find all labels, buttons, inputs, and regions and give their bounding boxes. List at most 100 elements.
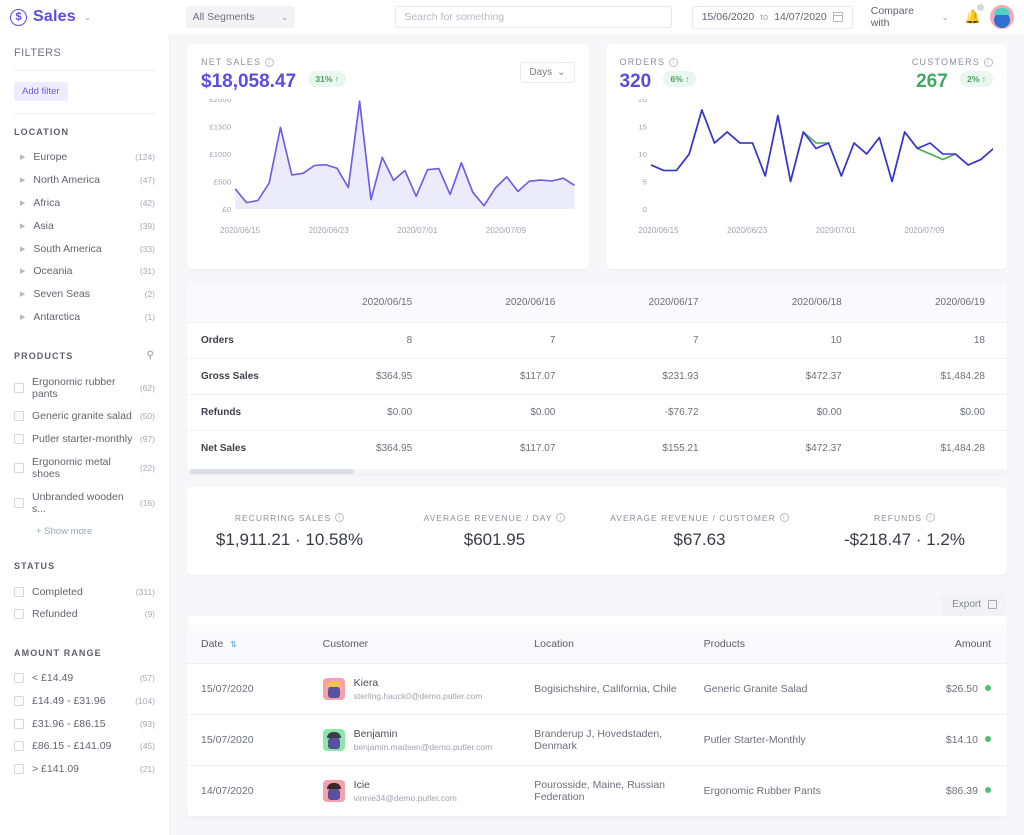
scrollbar-thumb[interactable] [190,469,354,474]
checkbox[interactable] [14,497,24,508]
product-item-4[interactable]: Unbranded wooden s... (16) [14,485,155,520]
segments-dropdown[interactable]: All Segments ⌄ [185,6,296,28]
customer-name: Icie [353,779,371,791]
amount-item-0[interactable]: < £14.49 (57) [14,667,155,690]
column-products[interactable]: Products [689,625,891,664]
cell-product: Ergonomic Rubber Pants [689,765,891,817]
metric-label-text: AVERAGE REVENUE / DAY [423,512,553,523]
product-item-2[interactable]: Putler starter-monthly (97) [14,428,155,451]
location-item-0[interactable]: ▶ Europe (124) [14,146,155,169]
column-amount[interactable]: Amount [890,625,1007,664]
info-icon[interactable]: i [265,57,275,67]
grid-column-5: 2020/06/19 [863,283,1007,323]
info-icon[interactable]: i [556,513,566,522]
status-item-0[interactable]: Completed (311) [14,580,155,603]
row-cell: $117.07 [519,443,556,454]
horizontal-scrollbar[interactable] [187,469,1007,474]
status-badge [985,736,991,742]
item-count: (22) [139,462,155,473]
cell-customer: Benjamin benjamin.madsen@demo.putler.com [308,714,521,766]
checkbox[interactable] [14,462,24,473]
date-range-picker[interactable]: 15/06/2020 to 14/07/2020 [691,5,853,29]
chevron-right-icon[interactable]: ▶ [20,176,25,184]
checkbox[interactable] [14,695,24,706]
info-icon[interactable]: i [779,513,789,522]
product-item-1[interactable]: Generic granite salad (50) [14,405,155,428]
add-filter-button[interactable]: Add filter [14,82,68,101]
column-customer[interactable]: Customer [308,625,521,664]
search-icon[interactable]: ⚲ [147,350,155,361]
amount-item-1[interactable]: £14.49 - £31.96 (104) [14,690,155,713]
product-item-0[interactable]: Ergonomic rubber pants (62) [14,370,155,405]
column-date[interactable]: Date ⇅ [187,625,309,664]
checkbox[interactable] [14,382,24,393]
orders-customers-card: ORDERS i 320 6% ↑ CUSTOMERS i 267 2% ↑ 0… [605,44,1007,269]
location-item-5[interactable]: ▶ Oceania (31) [14,260,155,283]
chevron-right-icon[interactable]: ▶ [20,267,25,275]
checkbox[interactable] [14,411,24,422]
checkbox[interactable] [14,586,24,597]
net-sales-value: $18,058.47 [201,71,297,92]
calendar-icon [832,12,843,22]
location-item-1[interactable]: ▶ North America (47) [14,169,155,192]
info-icon[interactable]: i [926,513,936,522]
location-item-2[interactable]: ▶ Africa (42) [14,192,155,215]
checkbox[interactable] [14,434,24,445]
net-sales-value-row: $18,058.47 31% ↑ [201,71,575,93]
notifications-button[interactable]: 🔔 [965,4,985,26]
customers-delta-badge: 2% ↑ [960,71,993,87]
location-item-7[interactable]: ▶ Antarctica (1) [14,305,155,328]
search-input[interactable] [395,6,672,28]
location-item-4[interactable]: ▶ South America (33) [14,237,155,260]
chevron-down-icon[interactable]: ⌄ [84,12,92,23]
table-row[interactable]: 15/07/2020 Kiera sterling.hauck0@demo.putl… [187,663,1007,715]
avatar[interactable] [990,5,1014,29]
chevron-right-icon[interactable]: ▶ [20,290,25,298]
row-cell: $472.37 [805,443,842,454]
chevron-right-icon[interactable]: ▶ [20,199,25,207]
checkbox[interactable] [14,764,24,775]
divider [14,70,155,71]
customer-name: Kiera [353,677,379,689]
sort-icon[interactable]: ⇅ [230,640,237,649]
x-tick-2: 2020/07/01 [815,226,856,235]
compare-with-dropdown[interactable]: Compare with ⌄ [871,5,949,29]
metric-label: AVERAGE REVENUE / DAY i [392,513,597,523]
checkbox[interactable] [14,718,24,729]
metric-label: REFUNDS i [802,513,1007,523]
status-item-1[interactable]: Refunded (9) [14,603,155,626]
cell-product: Putler Starter-Monthly [689,714,891,766]
item-label: Unbranded wooden s... [32,490,124,515]
product-item-3[interactable]: Ergonomic metal shoes (22) [14,451,155,486]
daily-metrics-table: 2020/06/15 2020/06/16 2020/06/17 2020/06/18… [187,283,1007,466]
brand-selector[interactable]: $ Sales ⌄ [10,8,170,26]
top-bar: $ Sales ⌄ All Segments ⌄ 15/06/2020 to 1… [0,0,1024,34]
amount-item-3[interactable]: £86.15 - £141.09 (45) [14,735,155,758]
item-label: Antarctica [33,310,81,323]
item-count: (97) [139,434,155,445]
chevron-right-icon[interactable]: ▶ [20,313,25,321]
info-icon[interactable]: i [984,57,993,67]
amount-item-4[interactable]: > £141.09 (21) [14,758,155,781]
cell-customer: Kiera sterling.hauck0@demo.putler.com [308,663,521,715]
info-icon[interactable]: i [335,513,345,522]
chevron-right-icon[interactable]: ▶ [20,153,25,161]
item-count: (311) [135,586,155,597]
info-icon[interactable]: i [669,57,679,67]
table-row[interactable]: 14/07/2020 Icie vinnie34@demo.putler.com Po… [187,765,1007,817]
checkbox[interactable] [14,741,24,752]
amount-item-2[interactable]: £31.96 - £86.15 (93) [14,712,155,735]
column-location[interactable]: Location [520,625,690,664]
days-dropdown[interactable]: Days ⌄ [520,62,575,83]
x-tick-0: 2020/06/15 [220,226,261,235]
checkbox[interactable] [14,609,24,620]
chevron-right-icon[interactable]: ▶ [20,245,25,253]
location-item-6[interactable]: ▶ Seven Seas (2) [14,283,155,306]
table-row[interactable]: 15/07/2020 Benjamin benjamin.madsen@demo.p… [187,714,1007,766]
checkbox[interactable] [14,673,24,684]
export-button[interactable]: Export [942,593,1007,616]
chevron-right-icon[interactable]: ▶ [20,222,25,230]
show-more-link[interactable]: + Show more [36,526,155,537]
location-item-3[interactable]: ▶ Asia (39) [14,214,155,237]
